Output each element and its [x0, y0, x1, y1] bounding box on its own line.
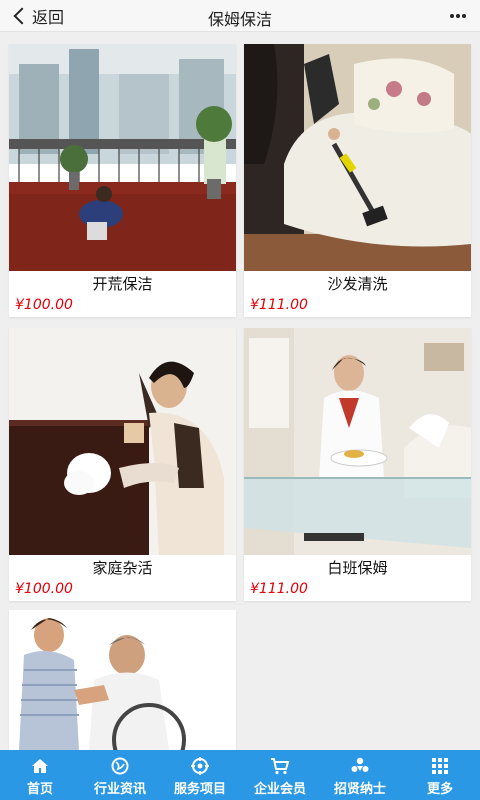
product-price: ¥111.00	[250, 581, 308, 597]
tab-members[interactable]: 企业会员	[240, 750, 320, 800]
product-card[interactable]	[9, 610, 236, 750]
chevron-left-icon	[13, 7, 31, 25]
tab-label: 服务项目	[173, 782, 226, 797]
back-label: 返回	[32, 8, 65, 27]
tab-services[interactable]: 服务项目	[160, 750, 240, 800]
people-icon	[351, 757, 369, 772]
product-card[interactable]: 沙发清洗 ¥111.00	[244, 44, 471, 317]
product-price: ¥100.00	[15, 581, 73, 597]
maid-wiping-table-photo	[244, 328, 471, 555]
product-card[interactable]: 家庭杂活 ¥100.00	[9, 328, 236, 601]
tab-recruitment[interactable]: 招贤纳士	[320, 750, 400, 800]
home-icon	[32, 759, 48, 773]
product-card[interactable]: 白班保姆 ¥111.00	[244, 328, 471, 601]
woman-cleaning-floor-photo	[9, 44, 236, 271]
top-bar: 返回 保姆保洁	[0, 0, 480, 32]
globe-icon	[111, 757, 129, 775]
product-card[interactable]: 开荒保洁 ¥100.00	[9, 44, 236, 317]
tab-label: 招贤纳士	[333, 782, 386, 797]
bottom-tab-bar: 首页 行业资讯 服务项目 企业会员 招贤纳士 更多	[0, 750, 480, 800]
more-options-icon[interactable]	[450, 14, 466, 18]
tab-industry-news[interactable]: 行业资讯	[80, 750, 160, 800]
caregiver-wheelchair-photo	[9, 610, 236, 750]
tab-label: 企业会员	[253, 782, 306, 797]
tab-label: 行业资讯	[93, 782, 146, 797]
product-name: 开荒保洁	[92, 275, 153, 293]
woman-wiping-wall-photo	[9, 328, 236, 555]
product-price: ¥111.00	[250, 297, 308, 313]
tab-more[interactable]: 更多	[400, 750, 480, 800]
product-name: 家庭杂活	[92, 559, 153, 577]
product-name: 沙发清洗	[327, 275, 388, 293]
target-icon	[191, 757, 209, 775]
tab-home[interactable]: 首页	[0, 750, 80, 800]
product-price: ¥100.00	[15, 297, 73, 313]
tab-label: 更多	[426, 782, 453, 797]
grid-icon	[432, 758, 448, 774]
product-name: 白班保姆	[327, 559, 388, 577]
page-title: 保姆保洁	[207, 10, 272, 29]
tab-label: 首页	[26, 782, 53, 797]
vacuuming-sofa-photo	[244, 44, 471, 271]
cart-icon	[271, 758, 290, 775]
back-button[interactable]: 返回	[13, 4, 65, 28]
